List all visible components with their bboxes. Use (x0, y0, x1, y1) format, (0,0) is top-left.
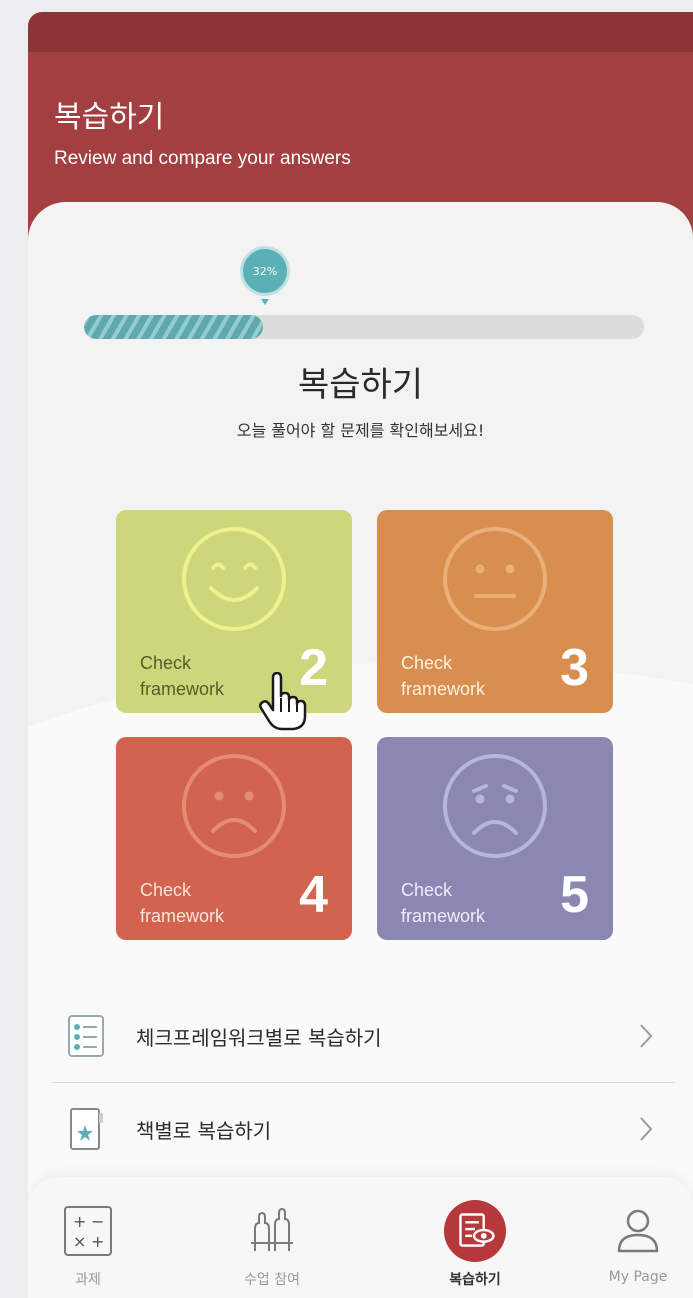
tile-count: 5 (560, 866, 589, 924)
svg-text:+: + (91, 1232, 104, 1251)
chevron-right-icon (640, 1117, 653, 1141)
tile-label: Check framework (401, 653, 486, 699)
nav-tab-review[interactable]: 복습하기 (415, 1177, 535, 1298)
tile-count: 3 (560, 639, 589, 697)
tile-label: Check framework (401, 880, 486, 926)
nav-label: 과제 (75, 1272, 101, 1288)
review-eye-icon (443, 1199, 507, 1263)
nav-label: 수업 참여 (244, 1272, 300, 1288)
raised-hands-icon (251, 1207, 293, 1251)
svg-text:+: + (73, 1212, 86, 1231)
nav-label: 복습하기 (449, 1272, 501, 1288)
worried-face-icon (443, 754, 547, 858)
list-item-book-review[interactable]: 책별로 복습하기 (52, 1095, 675, 1163)
page-title: 복습하기 (54, 100, 165, 135)
progress-badge: 32% (240, 246, 290, 296)
svg-text:−: − (91, 1212, 104, 1231)
book-icon (70, 1108, 103, 1150)
nav-tab-my-page[interactable]: My Page (578, 1177, 693, 1298)
list-item-checkframework-review[interactable]: 체크프레임워크별로 복습하기 (52, 1002, 675, 1070)
bottom-nav: + − × + 과제 수업 참여 복습하기 My Page (28, 1177, 693, 1298)
math-operators-icon: + − × + (64, 1206, 112, 1256)
divider (52, 1082, 675, 1083)
page-subtitle: Review and compare your answers (54, 148, 351, 169)
progress-percent-label: 32% (252, 264, 278, 278)
section-title: 복습하기 (297, 365, 424, 405)
list-item-label: 책별로 복습하기 (136, 1118, 272, 1143)
nav-tab-class-participation[interactable]: 수업 참여 (212, 1177, 332, 1298)
sad-face-icon (182, 754, 286, 858)
nav-label: My Page (608, 1269, 668, 1285)
user-icon (617, 1209, 659, 1253)
progress-bar (84, 315, 644, 339)
list-item-label: 체크프레임워크별로 복습하기 (136, 1025, 382, 1050)
checklist-icon (68, 1015, 104, 1057)
review-tile-5[interactable]: Check framework 5 (377, 737, 613, 940)
svg-text:×: × (73, 1232, 86, 1251)
app-screen: 복습하기 Review and compare your answers 32%… (28, 12, 693, 1298)
status-bar (28, 12, 693, 52)
progress-pointer (261, 299, 269, 305)
neutral-face-icon (443, 527, 547, 631)
progress-fill (84, 315, 264, 339)
section-subtitle: 오늘 풀어야 할 문제를 확인해보세요! (236, 421, 485, 440)
review-tile-3[interactable]: Check framework 3 (377, 510, 613, 713)
nav-tab-assignments[interactable]: + − × + 과제 (28, 1177, 148, 1298)
tile-label: Check framework (140, 880, 225, 926)
content-card: 32% 복습하기 오늘 풀어야 할 문제를 확인해보세요! Check fram… (28, 202, 693, 1298)
pointer-hand-icon (259, 672, 307, 731)
review-tile-2[interactable]: Check framework 2 (116, 510, 352, 713)
review-tile-4[interactable]: Check framework 4 (116, 737, 352, 940)
tile-label: Check framework (140, 653, 225, 699)
smile-icon (182, 527, 286, 631)
chevron-right-icon (640, 1024, 653, 1048)
tile-count: 4 (299, 866, 328, 924)
